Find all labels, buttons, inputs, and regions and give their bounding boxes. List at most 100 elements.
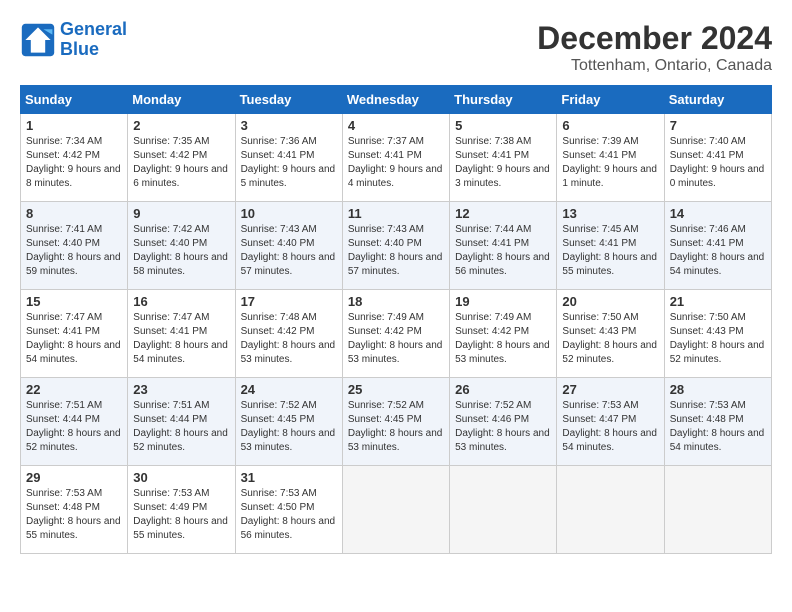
day-info: Sunrise: 7:35 AMSunset: 4:42 PMDaylight:… xyxy=(133,136,228,189)
day-number: 21 xyxy=(670,294,766,309)
header-saturday: Saturday xyxy=(664,86,771,114)
day-number: 7 xyxy=(670,118,766,133)
day-number: 1 xyxy=(26,118,122,133)
calendar-week-2: 8 Sunrise: 7:41 AMSunset: 4:40 PMDayligh… xyxy=(21,202,772,290)
calendar-cell: 14 Sunrise: 7:46 AMSunset: 4:41 PMDaylig… xyxy=(664,202,771,290)
logo-icon xyxy=(20,22,56,58)
day-number: 16 xyxy=(133,294,229,309)
calendar-week-1: 1 Sunrise: 7:34 AMSunset: 4:42 PMDayligh… xyxy=(21,114,772,202)
day-number: 4 xyxy=(348,118,444,133)
calendar-cell: 17 Sunrise: 7:48 AMSunset: 4:42 PMDaylig… xyxy=(235,290,342,378)
day-info: Sunrise: 7:49 AMSunset: 4:42 PMDaylight:… xyxy=(348,312,443,365)
title-block: December 2024 Tottenham, Ontario, Canada xyxy=(537,20,772,75)
logo-text: General Blue xyxy=(60,20,127,60)
calendar-cell: 2 Sunrise: 7:35 AMSunset: 4:42 PMDayligh… xyxy=(128,114,235,202)
page-header: General Blue December 2024 Tottenham, On… xyxy=(20,20,772,75)
day-number: 13 xyxy=(562,206,658,221)
header-wednesday: Wednesday xyxy=(342,86,449,114)
header-sunday: Sunday xyxy=(21,86,128,114)
calendar-cell: 18 Sunrise: 7:49 AMSunset: 4:42 PMDaylig… xyxy=(342,290,449,378)
day-info: Sunrise: 7:44 AMSunset: 4:41 PMDaylight:… xyxy=(455,224,550,277)
day-info: Sunrise: 7:49 AMSunset: 4:42 PMDaylight:… xyxy=(455,312,550,365)
day-info: Sunrise: 7:37 AMSunset: 4:41 PMDaylight:… xyxy=(348,136,443,189)
day-info: Sunrise: 7:50 AMSunset: 4:43 PMDaylight:… xyxy=(562,312,657,365)
calendar-cell xyxy=(557,466,664,554)
calendar-cell: 28 Sunrise: 7:53 AMSunset: 4:48 PMDaylig… xyxy=(664,378,771,466)
day-info: Sunrise: 7:47 AMSunset: 4:41 PMDaylight:… xyxy=(26,312,121,365)
day-number: 5 xyxy=(455,118,551,133)
calendar-cell: 24 Sunrise: 7:52 AMSunset: 4:45 PMDaylig… xyxy=(235,378,342,466)
calendar-cell: 31 Sunrise: 7:53 AMSunset: 4:50 PMDaylig… xyxy=(235,466,342,554)
calendar-cell: 25 Sunrise: 7:52 AMSunset: 4:45 PMDaylig… xyxy=(342,378,449,466)
calendar-cell: 27 Sunrise: 7:53 AMSunset: 4:47 PMDaylig… xyxy=(557,378,664,466)
calendar-cell: 23 Sunrise: 7:51 AMSunset: 4:44 PMDaylig… xyxy=(128,378,235,466)
calendar-cell: 11 Sunrise: 7:43 AMSunset: 4:40 PMDaylig… xyxy=(342,202,449,290)
day-number: 29 xyxy=(26,470,122,485)
day-number: 23 xyxy=(133,382,229,397)
calendar-cell xyxy=(342,466,449,554)
calendar-cell: 6 Sunrise: 7:39 AMSunset: 4:41 PMDayligh… xyxy=(557,114,664,202)
calendar-cell: 9 Sunrise: 7:42 AMSunset: 4:40 PMDayligh… xyxy=(128,202,235,290)
day-number: 24 xyxy=(241,382,337,397)
day-info: Sunrise: 7:40 AMSunset: 4:41 PMDaylight:… xyxy=(670,136,765,189)
header-monday: Monday xyxy=(128,86,235,114)
day-info: Sunrise: 7:34 AMSunset: 4:42 PMDaylight:… xyxy=(26,136,121,189)
day-info: Sunrise: 7:53 AMSunset: 4:48 PMDaylight:… xyxy=(670,400,765,453)
day-number: 27 xyxy=(562,382,658,397)
day-info: Sunrise: 7:47 AMSunset: 4:41 PMDaylight:… xyxy=(133,312,228,365)
day-info: Sunrise: 7:52 AMSunset: 4:46 PMDaylight:… xyxy=(455,400,550,453)
day-number: 19 xyxy=(455,294,551,309)
day-number: 26 xyxy=(455,382,551,397)
calendar-cell: 26 Sunrise: 7:52 AMSunset: 4:46 PMDaylig… xyxy=(450,378,557,466)
day-info: Sunrise: 7:48 AMSunset: 4:42 PMDaylight:… xyxy=(241,312,336,365)
calendar-cell: 13 Sunrise: 7:45 AMSunset: 4:41 PMDaylig… xyxy=(557,202,664,290)
calendar-cell xyxy=(664,466,771,554)
day-info: Sunrise: 7:51 AMSunset: 4:44 PMDaylight:… xyxy=(133,400,228,453)
calendar-cell xyxy=(450,466,557,554)
calendar-week-3: 15 Sunrise: 7:47 AMSunset: 4:41 PMDaylig… xyxy=(21,290,772,378)
calendar-cell: 7 Sunrise: 7:40 AMSunset: 4:41 PMDayligh… xyxy=(664,114,771,202)
day-info: Sunrise: 7:51 AMSunset: 4:44 PMDaylight:… xyxy=(26,400,121,453)
calendar-cell: 15 Sunrise: 7:47 AMSunset: 4:41 PMDaylig… xyxy=(21,290,128,378)
day-info: Sunrise: 7:53 AMSunset: 4:48 PMDaylight:… xyxy=(26,488,121,541)
day-info: Sunrise: 7:46 AMSunset: 4:41 PMDaylight:… xyxy=(670,224,765,277)
logo: General Blue xyxy=(20,20,127,60)
calendar-cell: 4 Sunrise: 7:37 AMSunset: 4:41 PMDayligh… xyxy=(342,114,449,202)
day-info: Sunrise: 7:41 AMSunset: 4:40 PMDaylight:… xyxy=(26,224,121,277)
calendar-cell: 29 Sunrise: 7:53 AMSunset: 4:48 PMDaylig… xyxy=(21,466,128,554)
day-info: Sunrise: 7:53 AMSunset: 4:47 PMDaylight:… xyxy=(562,400,657,453)
day-number: 20 xyxy=(562,294,658,309)
day-info: Sunrise: 7:53 AMSunset: 4:50 PMDaylight:… xyxy=(241,488,336,541)
calendar-subtitle: Tottenham, Ontario, Canada xyxy=(537,57,772,75)
day-info: Sunrise: 7:38 AMSunset: 4:41 PMDaylight:… xyxy=(455,136,550,189)
calendar-cell: 22 Sunrise: 7:51 AMSunset: 4:44 PMDaylig… xyxy=(21,378,128,466)
calendar-title: December 2024 xyxy=(537,20,772,57)
header-friday: Friday xyxy=(557,86,664,114)
day-number: 25 xyxy=(348,382,444,397)
calendar-cell: 3 Sunrise: 7:36 AMSunset: 4:41 PMDayligh… xyxy=(235,114,342,202)
calendar-cell: 5 Sunrise: 7:38 AMSunset: 4:41 PMDayligh… xyxy=(450,114,557,202)
day-info: Sunrise: 7:43 AMSunset: 4:40 PMDaylight:… xyxy=(348,224,443,277)
day-info: Sunrise: 7:43 AMSunset: 4:40 PMDaylight:… xyxy=(241,224,336,277)
day-info: Sunrise: 7:39 AMSunset: 4:41 PMDaylight:… xyxy=(562,136,657,189)
day-info: Sunrise: 7:42 AMSunset: 4:40 PMDaylight:… xyxy=(133,224,228,277)
calendar-header-row: SundayMondayTuesdayWednesdayThursdayFrid… xyxy=(21,86,772,114)
day-number: 12 xyxy=(455,206,551,221)
day-info: Sunrise: 7:45 AMSunset: 4:41 PMDaylight:… xyxy=(562,224,657,277)
day-number: 30 xyxy=(133,470,229,485)
day-number: 18 xyxy=(348,294,444,309)
calendar-cell: 16 Sunrise: 7:47 AMSunset: 4:41 PMDaylig… xyxy=(128,290,235,378)
day-number: 9 xyxy=(133,206,229,221)
calendar-cell: 30 Sunrise: 7:53 AMSunset: 4:49 PMDaylig… xyxy=(128,466,235,554)
calendar-cell: 1 Sunrise: 7:34 AMSunset: 4:42 PMDayligh… xyxy=(21,114,128,202)
day-number: 10 xyxy=(241,206,337,221)
day-number: 11 xyxy=(348,206,444,221)
day-info: Sunrise: 7:36 AMSunset: 4:41 PMDaylight:… xyxy=(241,136,336,189)
day-number: 14 xyxy=(670,206,766,221)
calendar-cell: 19 Sunrise: 7:49 AMSunset: 4:42 PMDaylig… xyxy=(450,290,557,378)
day-number: 2 xyxy=(133,118,229,133)
day-number: 31 xyxy=(241,470,337,485)
calendar-table: SundayMondayTuesdayWednesdayThursdayFrid… xyxy=(20,85,772,554)
calendar-cell: 20 Sunrise: 7:50 AMSunset: 4:43 PMDaylig… xyxy=(557,290,664,378)
day-number: 28 xyxy=(670,382,766,397)
